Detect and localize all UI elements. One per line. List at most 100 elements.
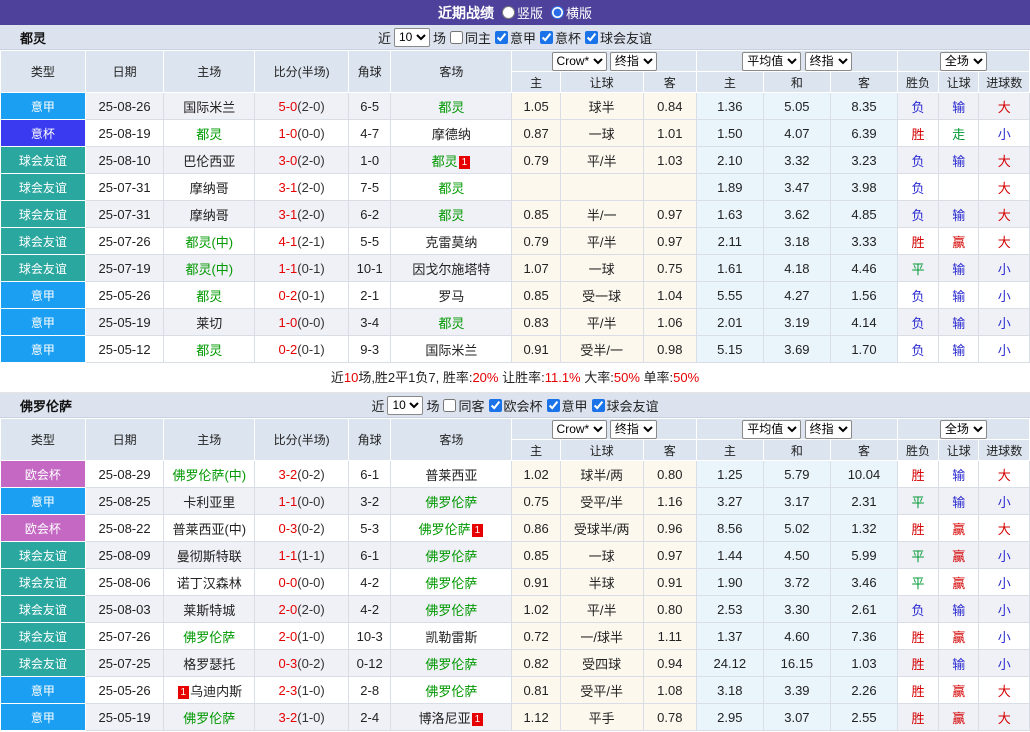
team-name: 博洛尼亚 [419,711,471,726]
score-cell: 3-0(2-0) [255,147,349,174]
away-team-cell: 佛罗伦萨 [391,650,512,677]
league-checkbox-0[interactable] [489,399,502,412]
layout-radio-horizontal[interactable] [551,6,564,19]
halftime-score: (2-1) [297,234,324,249]
league-option-2[interactable]: 球会友谊 [584,28,652,47]
average-select[interactable]: 平均值 [742,420,801,439]
summary-segment: 50% [673,370,699,385]
handicap-line: 平/半 [560,147,643,174]
avg-away-odds: 8.35 [831,93,898,120]
league-checkbox-0[interactable] [495,31,508,44]
result-handicap: 赢 [939,228,979,255]
team-name: 佛罗伦萨 [425,657,477,672]
scope-select[interactable]: 全场 [940,420,987,439]
final-index-select-2[interactable]: 终指 [805,52,852,71]
match-count-select[interactable]: 10 [387,396,423,415]
summary-segment: 20% [472,370,498,385]
corner-cell: 1-0 [349,147,391,174]
team-name: 国际米兰 [183,100,235,115]
fulltime-score: 0-0 [278,575,297,590]
score-cell: 1-0(0-0) [255,309,349,336]
league-option-0[interactable]: 欧会杯 [488,396,543,415]
average-select[interactable]: 平均值 [742,52,801,71]
same-venue-option[interactable]: 同主 [449,28,491,47]
layout-option-horizontal[interactable]: 横版 [551,3,592,22]
league-option-0[interactable]: 意甲 [494,28,536,47]
avg-draw-odds: 3.19 [763,309,831,336]
away-team-cell: 佛罗伦萨 [391,542,512,569]
league-option-1[interactable]: 意甲 [546,396,588,415]
result-goals: 小 [979,120,1030,147]
final-index-select-2[interactable]: 终指 [805,420,852,439]
handicap-line: 受平/半 [560,488,643,515]
summary-segment: 大率: [581,370,614,385]
league-option-1[interactable]: 意杯 [539,28,581,47]
league-checkbox-2[interactable] [592,399,605,412]
avg-draw-odds: 5.79 [763,461,831,488]
sub-header-4: 和 [763,440,831,461]
type-badge: 意甲 [1,93,86,120]
summary-segment: 场,胜2平1负7, 胜率: [358,370,472,385]
matches-table: 类型日期主场比分(半场)角球客场Crow* 终指平均值 终指全场主让球客主和客胜… [0,418,1030,731]
league-checkbox-2[interactable] [585,31,598,44]
avg-away-odds: 2.61 [831,596,898,623]
same-venue-checkbox[interactable] [450,31,463,44]
layout-radio-vertical[interactable] [502,6,515,19]
league-checkbox-1[interactable] [547,399,560,412]
date-cell: 25-05-26 [85,677,164,704]
sub-header-6: 胜负 [897,440,938,461]
halftime-score: (0-2) [297,521,324,536]
result-goals: 大 [979,201,1030,228]
league-option-2[interactable]: 球会友谊 [591,396,659,415]
final-index-select[interactable]: 终指 [610,420,657,439]
same-venue-option[interactable]: 同客 [442,396,484,415]
scope-select[interactable]: 全场 [940,52,987,71]
result-goals: 小 [979,488,1030,515]
home-team-cell: 都灵(中) [164,228,255,255]
home-team-cell: 普莱西亚(中) [164,515,255,542]
avg-home-odds: 1.90 [697,569,764,596]
column-header-2: 主场 [164,51,255,93]
avg-away-odds: 2.31 [831,488,898,515]
table-row: 欧会杯25-08-29佛罗伦萨(中)3-2(0-2)6-1普莱西亚1.02球半/… [1,461,1030,488]
column-header-4: 角球 [349,419,391,461]
corner-cell: 2-1 [349,282,391,309]
result-goals: 小 [979,309,1030,336]
final-index-select[interactable]: 终指 [610,52,657,71]
avg-home-odds: 2.11 [697,228,764,255]
filter-controls: 近10场同主意甲意杯球会友谊 [378,28,652,47]
date-cell: 25-07-19 [85,255,164,282]
date-cell: 25-05-19 [85,309,164,336]
odds-source-select[interactable]: Crow* [552,52,607,71]
table-row: 球会友谊25-07-31摩纳哥3-1(2-0)7-5都灵1.893.473.98… [1,174,1030,201]
result-winloss: 负 [897,93,938,120]
score-cell: 5-0(2-0) [255,93,349,120]
fulltime-score: 1-0 [278,315,297,330]
team-name: 普莱西亚 [425,468,477,483]
result-winloss: 负 [897,336,938,363]
corner-cell: 6-2 [349,201,391,228]
league-checkbox-1[interactable] [540,31,553,44]
fulltime-score: 0-3 [278,656,297,671]
avg-draw-odds: 4.27 [763,282,831,309]
avg-home-odds: 1.61 [697,255,764,282]
team-name: 都灵 [438,316,464,331]
fulltime-score: 2-0 [278,602,297,617]
away-team-cell: 都灵 [391,93,512,120]
avg-away-odds: 4.46 [831,255,898,282]
avg-home-odds: 1.37 [697,623,764,650]
fulltime-score: 1-1 [278,548,297,563]
halftime-score: (0-1) [297,342,324,357]
result-winloss: 负 [897,309,938,336]
score-cell: 3-2(1-0) [255,704,349,731]
handicap-home-odds: 1.05 [512,93,560,120]
fulltime-score: 1-1 [278,494,297,509]
result-goals: 大 [979,93,1030,120]
odds-source-select[interactable]: Crow* [552,420,607,439]
same-venue-checkbox[interactable] [443,399,456,412]
score-cell: 1-1(0-0) [255,488,349,515]
handicap-line: 球半 [560,93,643,120]
match-count-select[interactable]: 10 [394,28,430,47]
handicap-away-odds: 0.84 [643,93,696,120]
layout-option-vertical[interactable]: 竖版 [502,3,543,22]
